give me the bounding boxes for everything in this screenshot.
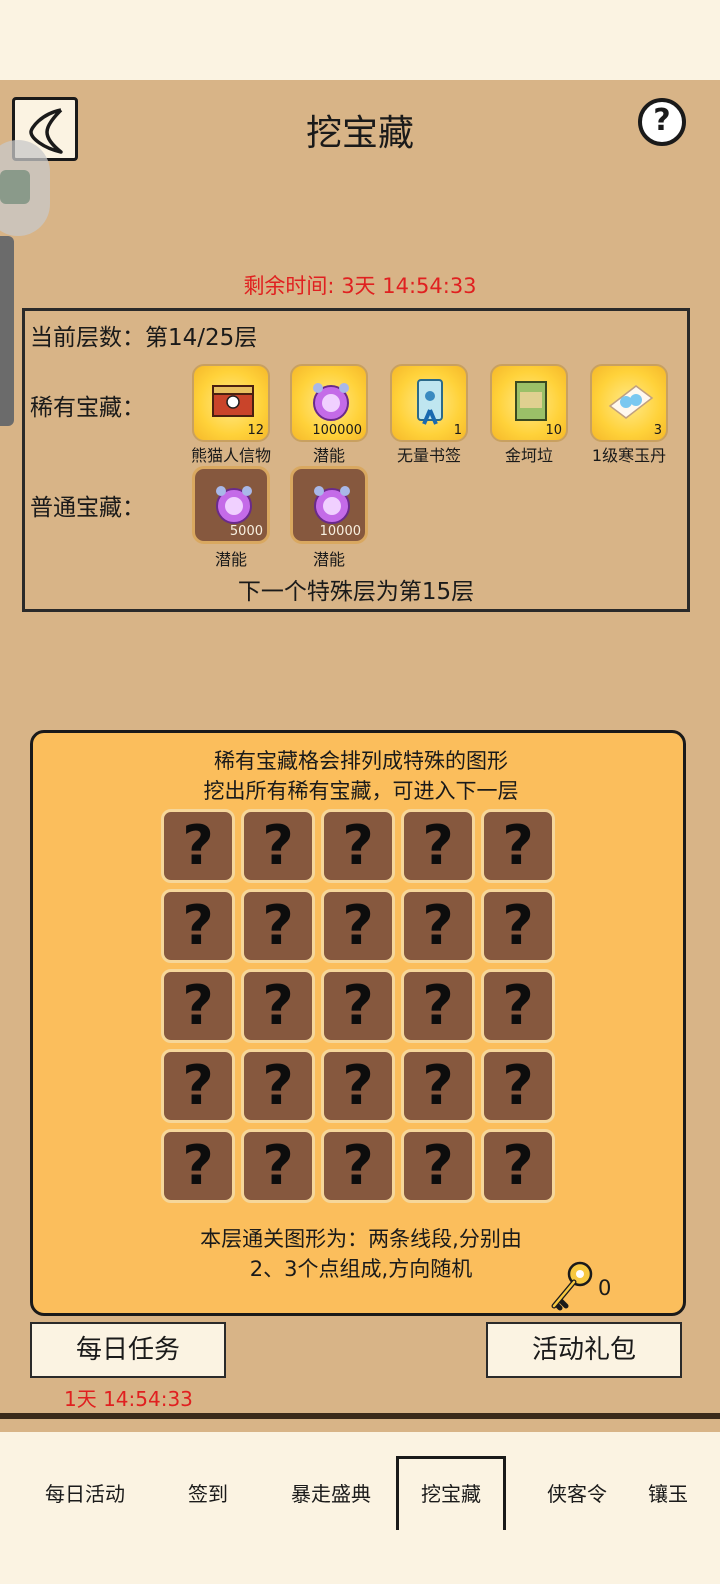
dig-cell[interactable]: ? xyxy=(241,1049,315,1123)
clear-shape-line1: 本层通关图形为：两条线段,分别由 xyxy=(200,1227,522,1251)
dig-cell[interactable]: ? xyxy=(321,1129,395,1203)
item-count: 10000 xyxy=(319,524,361,539)
dig-grid-panel: 稀有宝藏格会排列成特殊的图形 挖出所有稀有宝藏，可进入下一层 ?????????… xyxy=(30,730,686,1316)
edge-handle[interactable] xyxy=(0,236,14,426)
dig-cell[interactable]: ? xyxy=(481,889,555,963)
gift-pack-button[interactable]: 活动礼包 xyxy=(486,1322,682,1378)
dig-cell[interactable]: ? xyxy=(161,1129,235,1203)
normal-item-name: 潜能 xyxy=(312,550,345,569)
chest-icon xyxy=(212,385,254,417)
normal-treasure-label: 普通宝藏： xyxy=(30,495,145,521)
key-icon xyxy=(551,1261,593,1311)
dig-cell[interactable]: ? xyxy=(241,809,315,883)
tab-sign-in[interactable]: 签到 xyxy=(158,1478,258,1507)
rare-item-tile[interactable]: 3 xyxy=(590,364,668,442)
dig-cell[interactable]: ? xyxy=(321,969,395,1043)
tab-festival[interactable]: 暴走盛典 xyxy=(276,1478,386,1507)
remaining-time: 剩余时间: 3天 14:54:33 xyxy=(243,274,477,298)
dig-cell[interactable]: ? xyxy=(161,1049,235,1123)
dig-cell[interactable]: ? xyxy=(481,1049,555,1123)
dig-cell[interactable]: ? xyxy=(321,1049,395,1123)
tab-dig-treasure[interactable]: 挖宝藏 xyxy=(396,1478,506,1507)
panel-divider xyxy=(0,1413,720,1419)
dig-cell[interactable]: ? xyxy=(161,969,235,1043)
dig-cell[interactable]: ? xyxy=(161,889,235,963)
potential-orb-icon xyxy=(216,486,252,524)
rare-item-name: 无量书签 xyxy=(396,446,461,465)
tab-hero-order[interactable]: 侠客令 xyxy=(522,1478,632,1507)
key-count: 0 xyxy=(598,1276,612,1300)
potential-orb-icon xyxy=(313,383,349,421)
bookmark-icon xyxy=(417,379,443,425)
rare-item-tile[interactable]: 12 xyxy=(192,364,270,442)
daily-task-timer: 1天 14:54:33 xyxy=(64,1387,193,1411)
item-count: 100000 xyxy=(312,423,362,438)
current-layer: 当前层数：第14/25层 xyxy=(30,325,258,351)
pill-icon xyxy=(608,385,654,419)
item-count: 5000 xyxy=(229,524,263,539)
rare-item-name: 熊猫人信物 xyxy=(190,446,271,465)
dig-cell[interactable]: ? xyxy=(481,969,555,1043)
floating-assistant-ball[interactable] xyxy=(0,140,50,236)
dig-cell[interactable]: ? xyxy=(401,1129,475,1203)
dig-cell[interactable]: ? xyxy=(321,889,395,963)
rare-item-tile[interactable]: 100000 xyxy=(290,364,368,442)
rare-item-tile[interactable]: 1 xyxy=(390,364,468,442)
normal-item-tile[interactable]: 10000 xyxy=(290,466,368,544)
dig-cell[interactable]: ? xyxy=(401,809,475,883)
help-button[interactable]: ? xyxy=(638,98,686,146)
bottom-tab-bar xyxy=(0,1436,720,1584)
status-strip xyxy=(0,0,720,80)
normal-item-tile[interactable]: 5000 xyxy=(192,466,270,544)
dig-cell[interactable]: ? xyxy=(161,809,235,883)
item-count: 1 xyxy=(453,423,462,438)
potential-orb-icon xyxy=(314,486,350,524)
dig-cell[interactable]: ? xyxy=(401,969,475,1043)
daily-task-button[interactable]: 每日任务 xyxy=(30,1322,226,1378)
dig-cell[interactable]: ? xyxy=(241,969,315,1043)
dig-cell[interactable]: ? xyxy=(241,889,315,963)
grid-hint-line2: 挖出所有稀有宝藏，可进入下一层 xyxy=(203,779,519,803)
assistant-icon xyxy=(0,170,30,204)
item-count: 12 xyxy=(247,423,264,438)
page-title: 挖宝藏 xyxy=(305,113,414,154)
fertilizer-bag-icon xyxy=(515,381,547,421)
dig-cell[interactable]: ? xyxy=(481,1129,555,1203)
dig-cell[interactable]: ? xyxy=(241,1129,315,1203)
dig-cell[interactable]: ? xyxy=(401,889,475,963)
rare-item-name: 金坷垃 xyxy=(504,446,553,465)
item-count: 10 xyxy=(545,423,562,438)
next-special-layer: 下一个特殊层为第15层 xyxy=(237,579,475,605)
item-count: 3 xyxy=(653,423,662,438)
normal-item-name: 潜能 xyxy=(214,550,247,569)
rare-treasure-label: 稀有宝藏： xyxy=(30,395,145,421)
rare-item-name: 潜能 xyxy=(312,446,345,465)
grid-hint-line1: 稀有宝藏格会排列成特殊的图形 xyxy=(214,749,508,773)
dig-cell[interactable]: ? xyxy=(321,809,395,883)
dig-cell[interactable]: ? xyxy=(401,1049,475,1123)
rare-item-tile[interactable]: 10 xyxy=(490,364,568,442)
tab-inlay-jade[interactable]: 镶玉 xyxy=(648,1478,718,1507)
dig-cell[interactable]: ? xyxy=(481,809,555,883)
rare-item-name: 1级寒玉丹 xyxy=(591,446,667,465)
tab-daily-activity[interactable]: 每日活动 xyxy=(30,1478,140,1507)
